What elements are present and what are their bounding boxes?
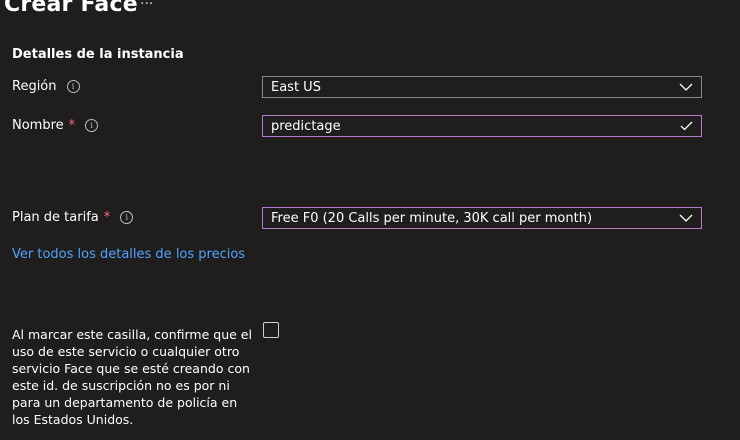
create-face-page: Crear Face ··· Detalles de la instancia … (0, 0, 740, 440)
region-label: Región (12, 79, 57, 94)
pricing-plan-dropdown[interactable]: Free F0 (20 Calls per minute, 30K call p… (262, 207, 702, 229)
region-label-group: Región i (12, 79, 80, 94)
required-marker: * (103, 210, 111, 225)
name-input[interactable]: predictage (262, 115, 702, 137)
page-title: Crear Face (4, 0, 138, 17)
region-value: East US (271, 79, 321, 95)
section-heading: Detalles de la instancia (12, 47, 184, 62)
more-options-button[interactable]: ··· (140, 0, 153, 12)
info-icon[interactable]: i (120, 211, 134, 224)
pricing-details-link[interactable]: Ver todos los detalles de los precios (12, 247, 245, 262)
info-icon[interactable]: i (66, 80, 80, 93)
plan-value: Free F0 (20 Calls per minute, 30K call p… (271, 210, 593, 226)
plan-label-group: Plan de tarifa * i (12, 210, 134, 225)
name-label-group: Nombre * i (12, 118, 99, 133)
checkmark-icon (680, 121, 693, 131)
consent-text: Al marcar este casilla, confirme que el … (12, 327, 252, 427)
plan-label: Plan de tarifa (12, 210, 99, 225)
name-label: Nombre (12, 118, 64, 133)
name-value: predictage (271, 118, 341, 134)
required-marker: * (68, 118, 76, 133)
chevron-down-icon (679, 214, 693, 222)
info-icon[interactable]: i (85, 119, 99, 132)
consent-checkbox[interactable] (263, 322, 279, 338)
chevron-down-icon (679, 83, 693, 91)
region-dropdown[interactable]: East US (262, 76, 702, 98)
